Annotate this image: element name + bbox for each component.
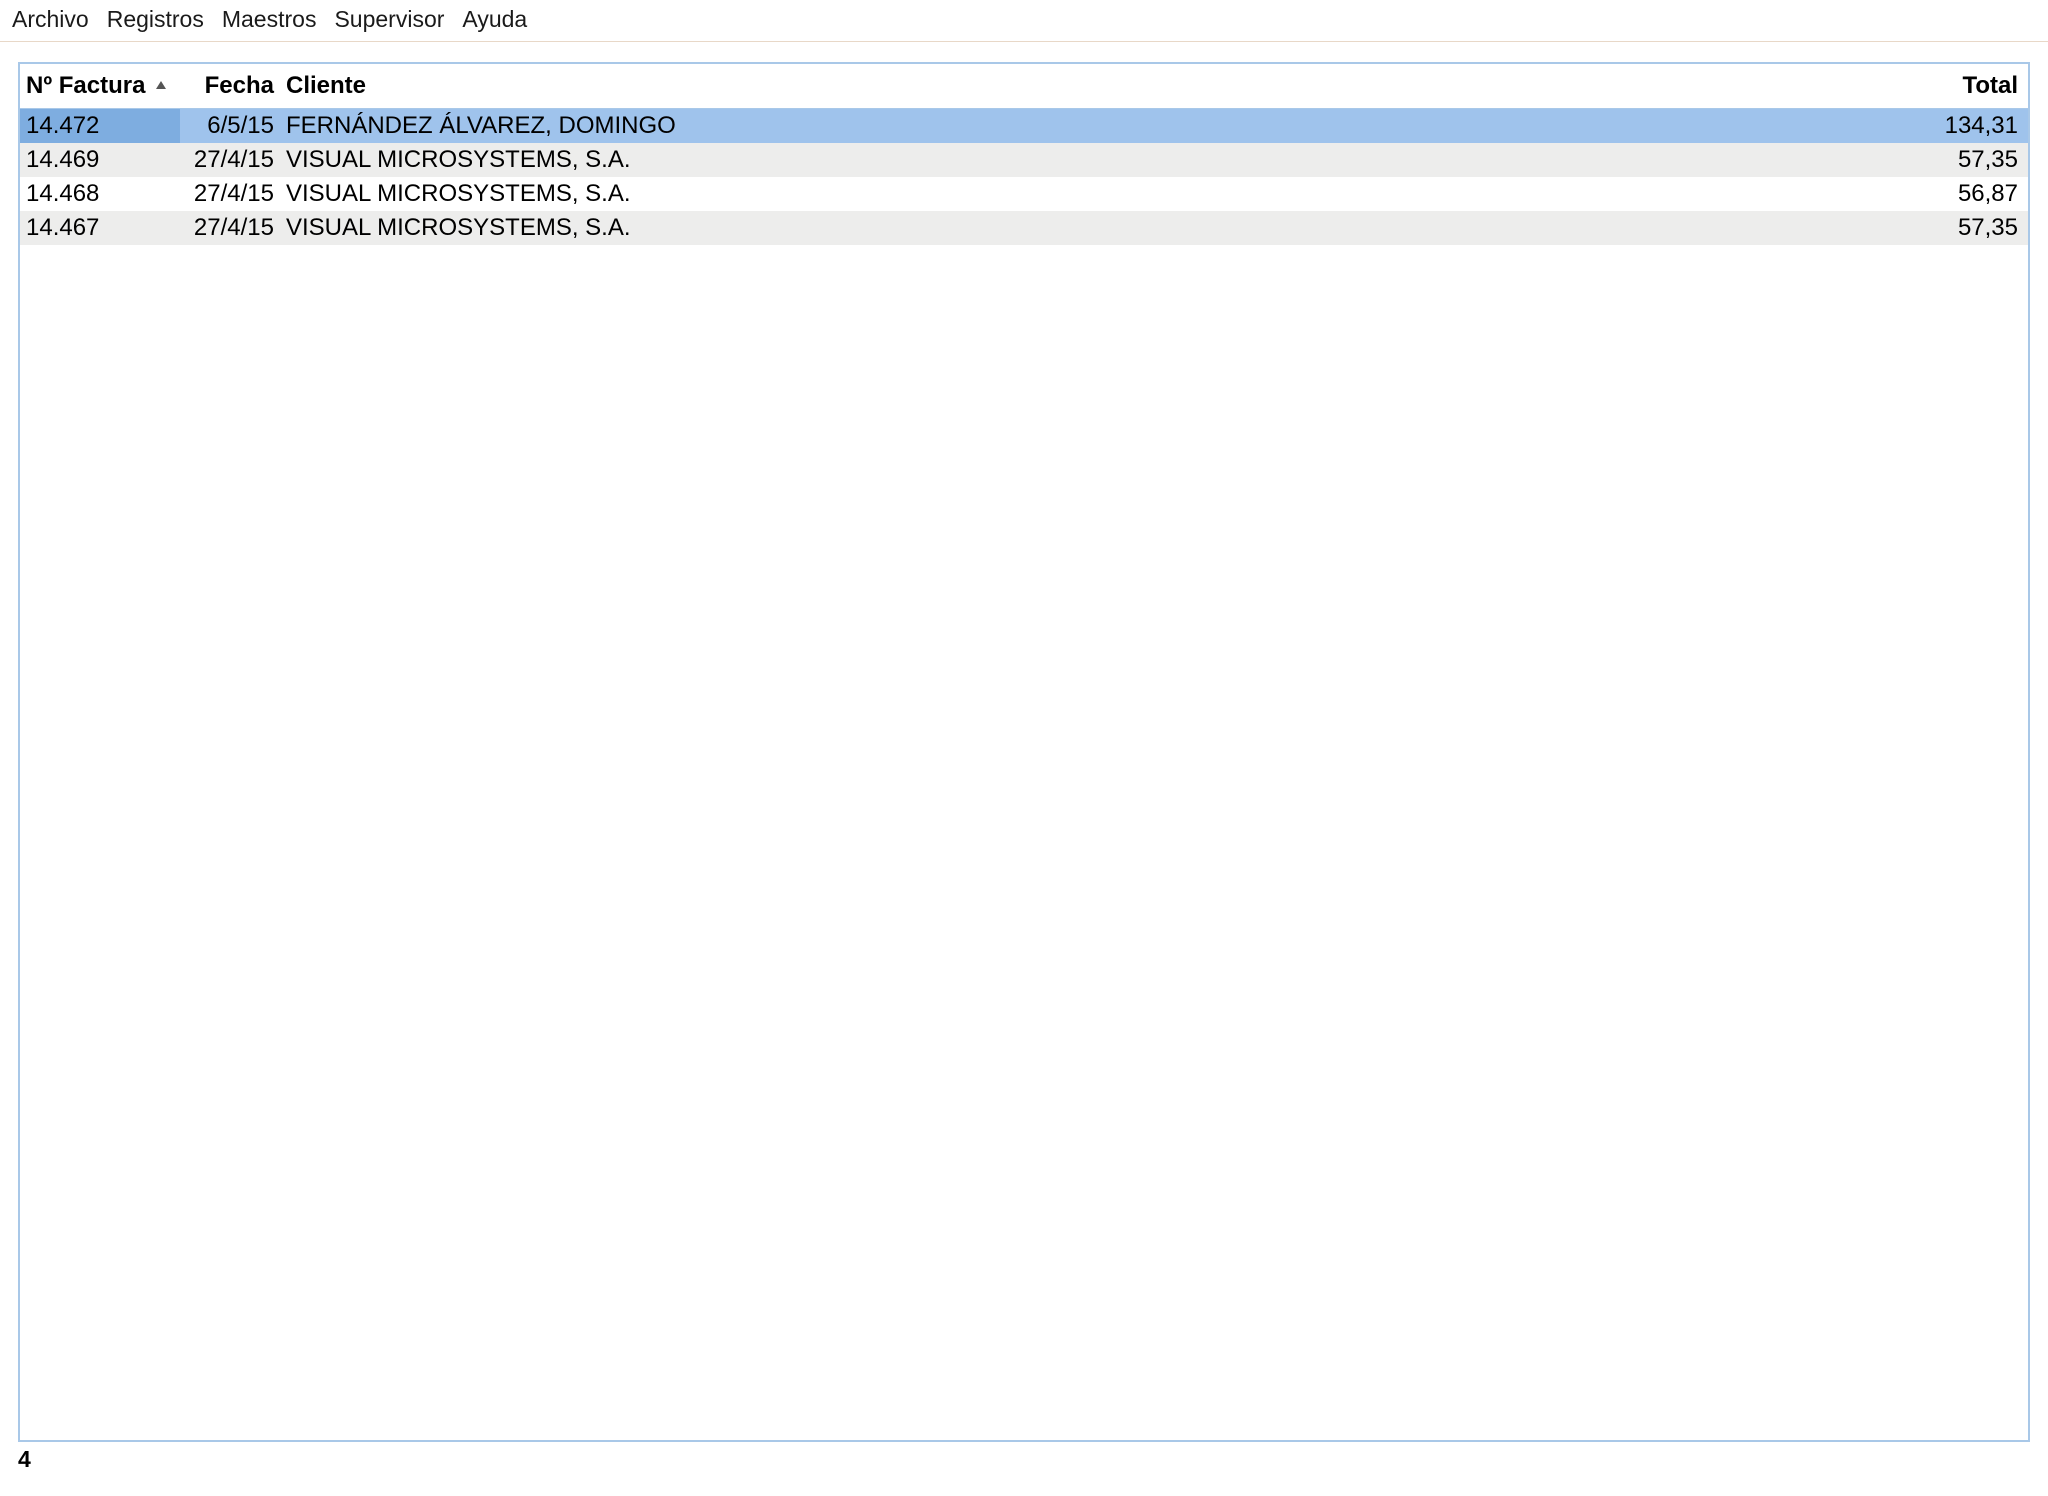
- cell-cliente: VISUAL MICROSYSTEMS, S.A.: [280, 177, 1908, 211]
- cell-total: 57,35: [1908, 211, 2028, 245]
- menu-maestros[interactable]: Maestros: [222, 6, 317, 33]
- invoice-table: Nº Factura Fecha Cliente Total 14.4726/5…: [20, 64, 2028, 245]
- cell-cliente: VISUAL MICROSYSTEMS, S.A.: [280, 143, 1908, 177]
- cell-fecha: 6/5/15: [180, 109, 280, 144]
- menu-archivo[interactable]: Archivo: [12, 6, 89, 33]
- col-header-cliente[interactable]: Cliente: [280, 64, 1908, 109]
- table-row[interactable]: 14.4726/5/15FERNÁNDEZ ÁLVAREZ, DOMINGO13…: [20, 109, 2028, 144]
- cell-factura: 14.468: [20, 177, 180, 211]
- table-row[interactable]: 14.46727/4/15VISUAL MICROSYSTEMS, S.A.57…: [20, 211, 2028, 245]
- cell-factura: 14.472: [20, 109, 180, 144]
- cell-cliente: VISUAL MICROSYSTEMS, S.A.: [280, 211, 1908, 245]
- cell-factura: 14.467: [20, 211, 180, 245]
- table-row[interactable]: 14.46927/4/15VISUAL MICROSYSTEMS, S.A.57…: [20, 143, 2028, 177]
- col-header-fecha[interactable]: Fecha: [180, 64, 280, 109]
- cell-cliente: FERNÁNDEZ ÁLVAREZ, DOMINGO: [280, 109, 1908, 144]
- table-header-row: Nº Factura Fecha Cliente Total: [20, 64, 2028, 109]
- col-header-factura-label: Nº Factura: [26, 72, 145, 99]
- menu-ayuda[interactable]: Ayuda: [462, 6, 527, 33]
- menu-supervisor[interactable]: Supervisor: [334, 6, 444, 33]
- cell-total: 134,31: [1908, 109, 2028, 144]
- invoice-table-frame: Nº Factura Fecha Cliente Total 14.4726/5…: [18, 62, 2030, 1442]
- menubar: Archivo Registros Maestros Supervisor Ay…: [0, 0, 2048, 42]
- cell-fecha: 27/4/15: [180, 143, 280, 177]
- sort-asc-icon: [156, 81, 166, 89]
- col-header-total-label: Total: [1962, 72, 2018, 99]
- status-bar: 4: [0, 1442, 2048, 1481]
- cell-fecha: 27/4/15: [180, 211, 280, 245]
- status-count: 4: [18, 1446, 31, 1472]
- cell-total: 56,87: [1908, 177, 2028, 211]
- cell-total: 57,35: [1908, 143, 2028, 177]
- col-header-fecha-label: Fecha: [205, 72, 274, 99]
- col-header-total[interactable]: Total: [1908, 64, 2028, 109]
- col-header-cliente-label: Cliente: [286, 72, 366, 99]
- cell-factura: 14.469: [20, 143, 180, 177]
- cell-fecha: 27/4/15: [180, 177, 280, 211]
- col-header-factura[interactable]: Nº Factura: [20, 64, 180, 109]
- menu-registros[interactable]: Registros: [107, 6, 204, 33]
- table-row[interactable]: 14.46827/4/15VISUAL MICROSYSTEMS, S.A.56…: [20, 177, 2028, 211]
